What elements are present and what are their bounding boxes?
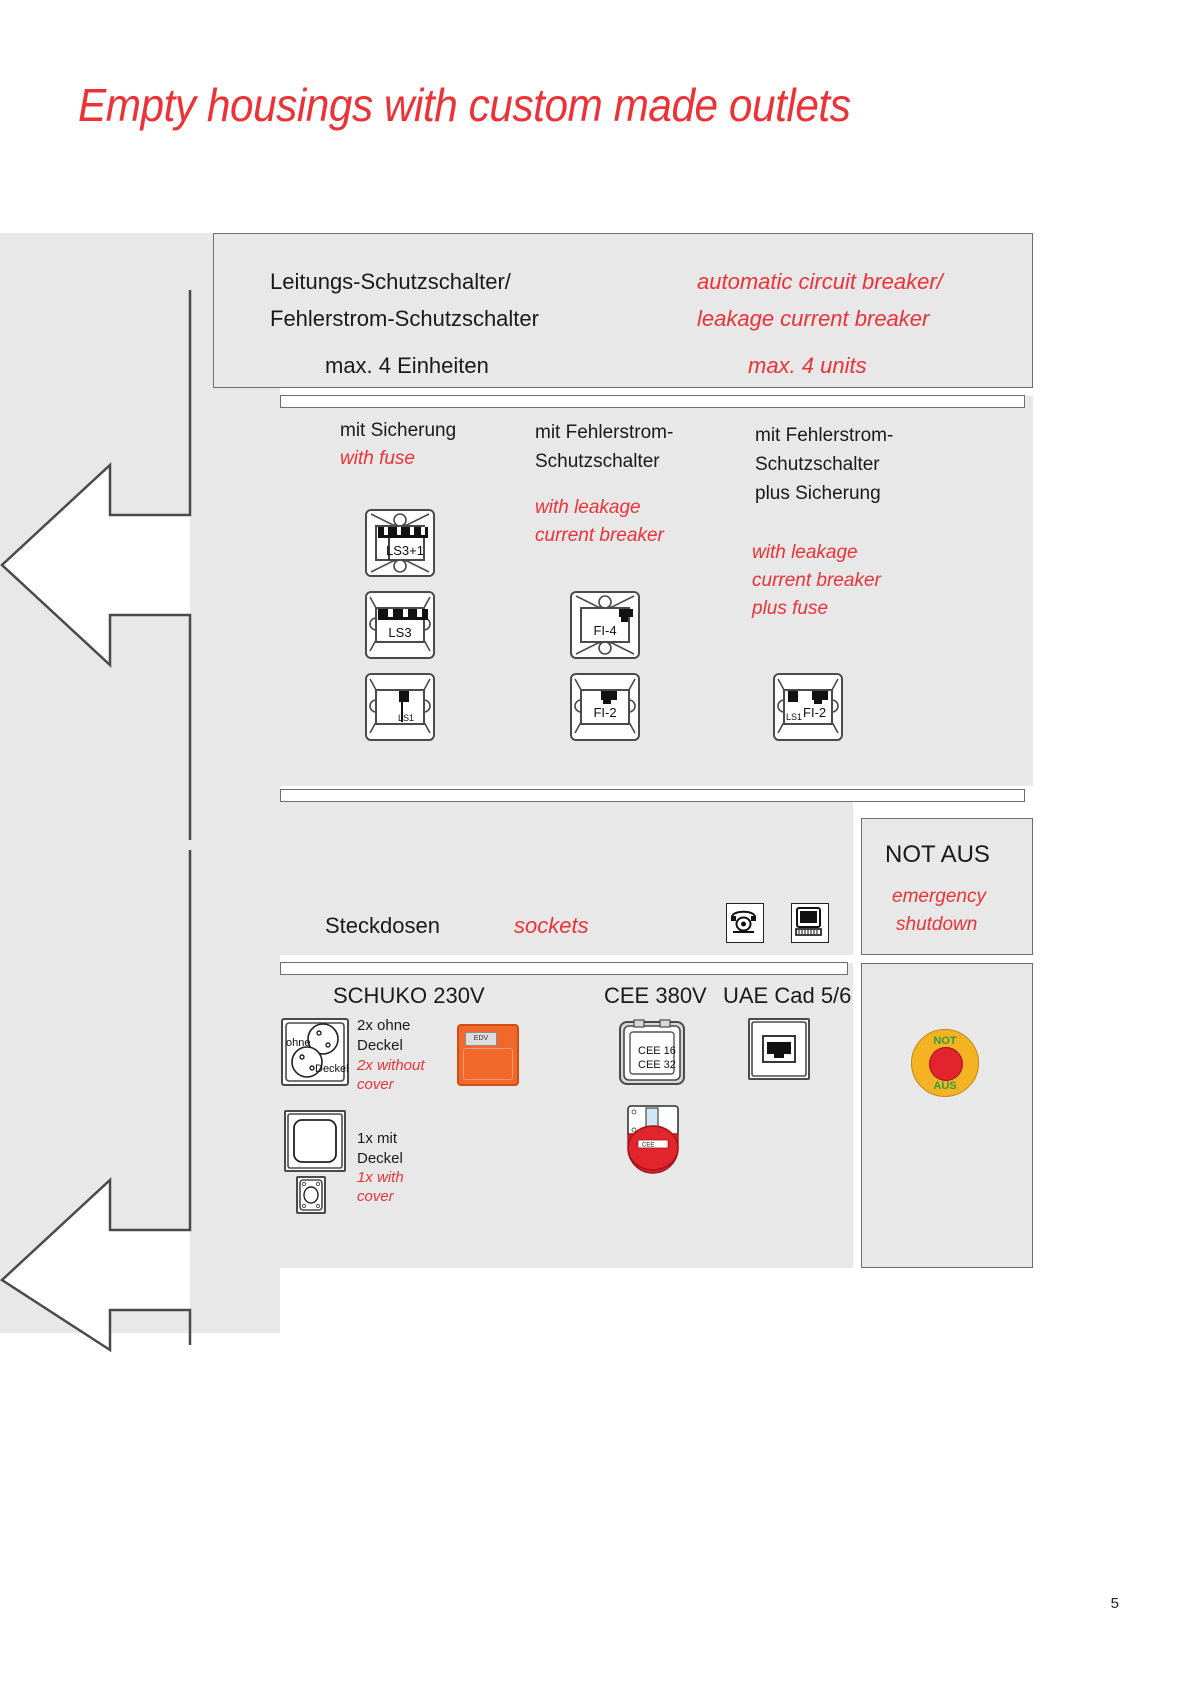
- col3-label-en-2: current breaker: [752, 570, 881, 591]
- page-number: 5: [1110, 1595, 1119, 1612]
- arrow-upper: [0, 285, 205, 845]
- sockets-body-divider: [280, 962, 848, 975]
- schuko-double-socket-icon[interactable]: ohne Deckel: [281, 1018, 349, 1086]
- device-ls3plus1[interactable]: LS3+1: [365, 509, 435, 577]
- emergency-button-label-1: NOT: [933, 1035, 957, 1047]
- sockets-heading-en: sockets: [514, 913, 589, 938]
- device-fi2[interactable]: FI-2: [570, 673, 640, 741]
- device-ls1-body: LS1: [375, 689, 425, 725]
- schuko-cover-socket-icon[interactable]: [284, 1110, 346, 1172]
- group-cee-title: CEE 380V: [604, 983, 707, 1008]
- telephone-icon: [726, 903, 764, 943]
- col1-label-de: mit Sicherung: [340, 420, 457, 441]
- page-title: Empty housings with custom made outlets: [78, 79, 851, 131]
- schuko-2x-en-1: 2x without: [357, 1057, 425, 1074]
- schuko-1x-en-1: 1x with: [357, 1169, 404, 1186]
- cee-red-plug-icon[interactable]: CEE: [624, 1104, 682, 1174]
- device-fi4[interactable]: FI-4: [570, 591, 640, 659]
- schuko-cover-lid-icon: [296, 1176, 326, 1214]
- breaker-subheading-de: max. 4 Einheiten: [325, 353, 489, 378]
- device-ls3-body: LS3: [375, 607, 428, 643]
- device-ls3plus1-body: LS3+1: [375, 525, 428, 561]
- device-ls1-label: LS1: [397, 713, 414, 723]
- breaker-body-divider: [280, 395, 1025, 408]
- emergency-heading-de: NOT AUS: [885, 841, 990, 868]
- group-schuko-title: SCHUKO 230V: [333, 983, 485, 1008]
- emergency-button-core[interactable]: [929, 1047, 963, 1081]
- emergency-button-label-2: AUS: [933, 1080, 957, 1092]
- sockets-header-divider: [280, 789, 1025, 802]
- device-ls3-label: LS3: [388, 624, 412, 640]
- schuko-2x-de-2: Deckel: [357, 1037, 403, 1054]
- uae-socket-icon[interactable]: [748, 1018, 810, 1080]
- schuko-1x-de-1: 1x mit: [357, 1130, 398, 1147]
- col2-label-de-1: mit Fehlerstrom-: [535, 422, 674, 443]
- device-ls1-fi2-body: LS1 FI-2: [783, 689, 833, 725]
- breaker-heading-de-2: Fehlerstrom-Schutzschalter: [270, 306, 539, 331]
- arrow-lower: [0, 845, 205, 1355]
- device-fi2-body: FI-2: [580, 689, 630, 725]
- emergency-stop-button[interactable]: NOT AUS: [911, 1029, 979, 1097]
- device-ls1-fi2-label: FI-2: [803, 704, 827, 720]
- device-ls1-fi2-sublabel: LS1: [786, 712, 803, 722]
- schuko-icon-label-deckel: Deckel: [315, 1063, 349, 1075]
- schuko-1x-en-2: cover: [357, 1188, 394, 1205]
- device-fi2-label: FI-2: [593, 704, 617, 720]
- svg-text:CEE: CEE: [642, 1143, 654, 1149]
- col2-label-en-2: current breaker: [535, 525, 664, 546]
- breaker-subheading-en: max. 4 units: [748, 353, 867, 378]
- computer-icon: [791, 903, 829, 943]
- edv-socket-icon[interactable]: EDV: [457, 1024, 519, 1086]
- schuko-icon-label-ohne: ohne: [286, 1037, 311, 1049]
- device-fi4-label: FI-4: [593, 622, 617, 638]
- schuko-2x-en-2: cover: [357, 1076, 394, 1093]
- edv-label: EDV: [465, 1032, 497, 1046]
- device-ls3[interactable]: LS3: [365, 591, 435, 659]
- col3-label-en-3: plus fuse: [752, 598, 829, 619]
- emergency-heading-en-1: emergency: [892, 886, 986, 907]
- col2-label-en-1: with leakage: [535, 497, 641, 518]
- schuko-1x-de-2: Deckel: [357, 1150, 403, 1167]
- col3-label-de-2: Schutzschalter: [755, 454, 880, 475]
- cee-line1: CEE 16: [638, 1045, 676, 1057]
- emergency-body-panel: [861, 963, 1033, 1268]
- device-ls1[interactable]: LS1: [365, 673, 435, 741]
- col2-label-de-2: Schutzschalter: [535, 451, 660, 472]
- col3-label-en-1: with leakage: [752, 542, 858, 563]
- col3-label-de-1: mit Fehlerstrom-: [755, 425, 894, 446]
- cee-panel-socket-icon[interactable]: CEE 16 CEE 32: [618, 1018, 688, 1088]
- breaker-heading-de-1: Leitungs-Schutzschalter/: [270, 269, 511, 294]
- col3-label-de-3: plus Sicherung: [755, 483, 881, 504]
- schuko-2x-de-1: 2x ohne: [357, 1017, 411, 1034]
- emergency-heading-en-2: shutdown: [896, 914, 978, 935]
- device-ls3plus1-label: LS3+1: [386, 542, 424, 558]
- edv-inner-frame: [463, 1048, 513, 1080]
- breaker-heading-en-2: leakage current breaker: [697, 306, 930, 331]
- sockets-heading-de: Steckdosen: [325, 913, 440, 938]
- device-ls1-fi2[interactable]: LS1 FI-2: [773, 673, 843, 741]
- col1-label-en: with fuse: [340, 448, 415, 469]
- breaker-heading-en-1: automatic circuit breaker/: [697, 269, 943, 294]
- device-fi4-body: FI-4: [580, 607, 633, 643]
- group-uae-title: UAE Cad 5/6: [723, 983, 852, 1008]
- cee-line2: CEE 32: [638, 1059, 676, 1071]
